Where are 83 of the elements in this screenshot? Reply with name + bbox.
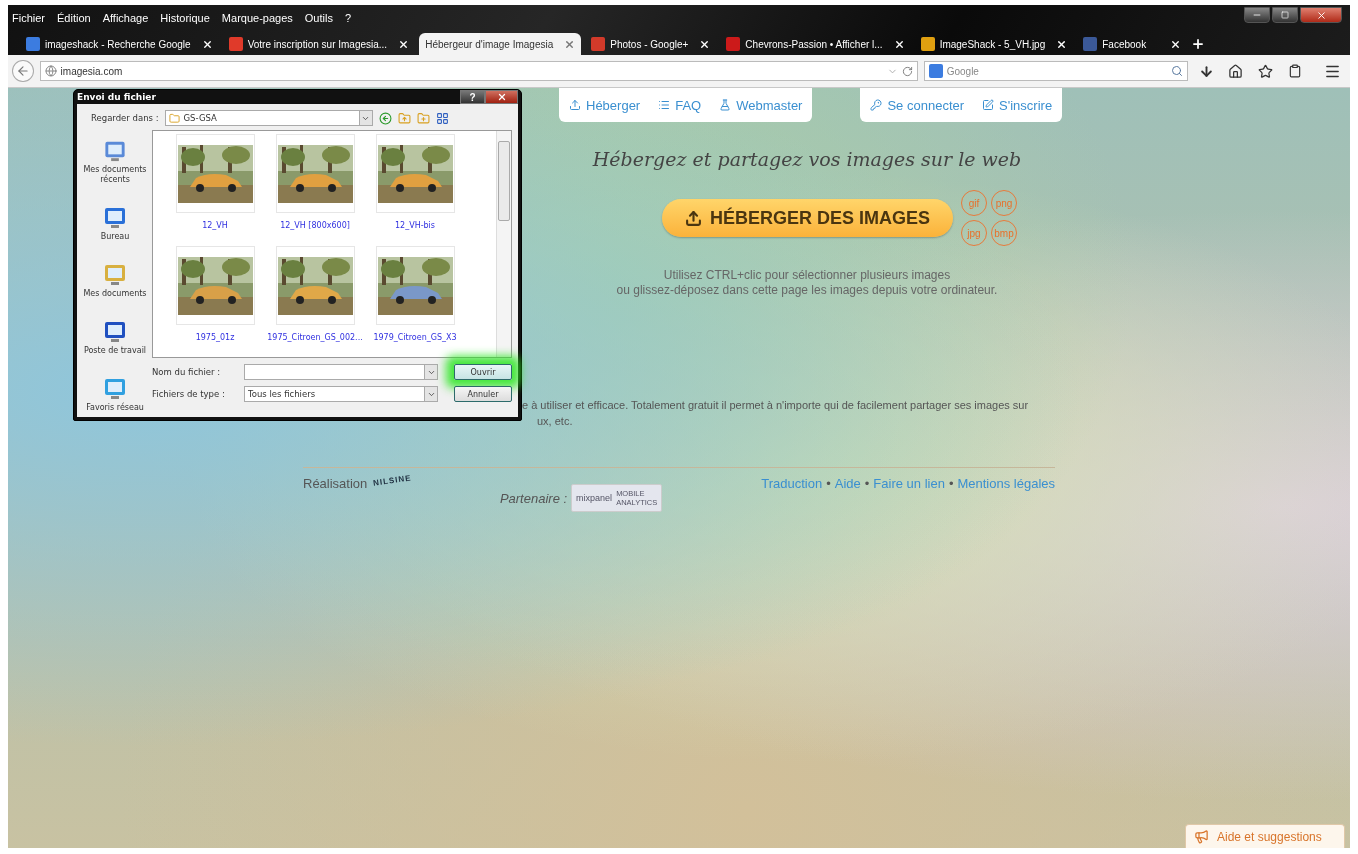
nav-link[interactable]: Se connecter	[870, 98, 965, 112]
folder-dropdown[interactable]: GS-GSA	[164, 110, 373, 126]
nav-link[interactable]: Webmaster	[719, 98, 803, 112]
new-tab-icon[interactable]	[1191, 37, 1206, 51]
upload-icon	[569, 99, 581, 111]
close-icon	[1315, 9, 1327, 21]
close-button[interactable]	[485, 90, 518, 104]
search-engine-icon[interactable]	[928, 64, 943, 78]
close-icon[interactable]	[1056, 38, 1068, 50]
key-icon	[870, 99, 883, 111]
menu-item[interactable]: Fichier	[12, 12, 45, 24]
nav-link[interactable]: S'inscrire	[982, 98, 1053, 112]
tagline: Hébergez et partagez vos images sur le web	[591, 148, 1023, 170]
scrollbar[interactable]	[496, 131, 511, 357]
site-icon	[1083, 37, 1098, 51]
site-icon	[726, 37, 741, 51]
place-item[interactable]: Favoris réseau	[86, 366, 144, 413]
help-button[interactable]: ?	[460, 90, 485, 104]
place-item[interactable]: Poste de travail	[83, 309, 147, 356]
view-menu-icon[interactable]	[435, 111, 449, 125]
separator: •	[864, 476, 870, 491]
maximize-icon	[1281, 11, 1289, 19]
close-icon	[496, 92, 507, 102]
browser-tab[interactable]: Photos - Google+	[585, 33, 717, 55]
close-button[interactable]	[1300, 7, 1342, 23]
look-in-label: Regarder dans :	[91, 113, 159, 123]
globe-icon	[44, 65, 57, 77]
place-item[interactable]: Mes documents récents	[83, 138, 147, 185]
menu-item[interactable]: Historique	[160, 12, 210, 24]
menu-item[interactable]: Affichage	[102, 12, 149, 24]
megaphone-icon	[1194, 829, 1209, 844]
place-item[interactable]: Bureau	[100, 195, 130, 242]
close-icon[interactable]	[699, 38, 711, 50]
close-icon[interactable]	[1170, 38, 1182, 50]
browser-tab[interactable]: ImageShack - 5_VH.jpg	[914, 33, 1074, 55]
filename-label: Nom du fichier :	[152, 367, 222, 377]
back-icon[interactable]	[378, 111, 392, 125]
browser-tab[interactable]: Votre inscription sur Imagesia...	[222, 33, 416, 55]
site-icon	[26, 37, 40, 51]
menu-item[interactable]: Outils	[304, 12, 333, 24]
frog-icon	[920, 37, 935, 51]
nav-link[interactable]: FAQ	[658, 98, 702, 112]
search-field[interactable]: Google	[923, 61, 1189, 81]
filename-field[interactable]	[244, 364, 438, 380]
menu-item[interactable]: Marque-pages	[221, 12, 293, 24]
folder-icon	[168, 112, 180, 124]
back-arrow-icon	[15, 64, 30, 78]
close-icon[interactable]	[201, 38, 213, 50]
site-icon	[591, 37, 606, 51]
browser-tab[interactable]: Hébergeur d'image Imagesia	[419, 33, 582, 55]
cancel-button[interactable]: Annuler	[454, 386, 512, 402]
search-icon[interactable]	[1171, 65, 1184, 77]
partner-label: Partenaire :	[499, 490, 568, 506]
credit-logo[interactable]: NILSINE	[372, 473, 413, 488]
maximize-button[interactable]	[1272, 7, 1298, 23]
list-icon	[658, 99, 671, 111]
filetype-label: Fichiers de type :	[152, 389, 226, 399]
browser-tab[interactable]: Chevrons-Passion • Afficher l...	[720, 33, 911, 55]
menu-item[interactable]: Édition	[57, 12, 91, 24]
separator: •	[826, 476, 831, 491]
help-text: Utilisez CTRL+clic pour sélectionner plusieurs images ou glissez-déposez dans cette page les images depuis votre ordinateur.	[615, 268, 999, 298]
menu-item[interactable]: ?	[344, 12, 352, 24]
description-text: ux, etc.	[536, 414, 574, 429]
place-item[interactable]: Mes documents	[83, 252, 147, 299]
minimize-button[interactable]	[1244, 7, 1270, 23]
dialog-title: Envoi du fichier	[77, 92, 156, 102]
flask-icon	[719, 99, 732, 111]
address-field[interactable]: imagesia.com	[39, 61, 918, 81]
browser-tab[interactable]: imageshack - Recherche Google	[20, 33, 219, 55]
credit-label: Réalisation	[303, 476, 368, 491]
browser-tab[interactable]: Facebook	[1077, 33, 1188, 55]
filetype-dropdown[interactable]: Tous les fichiers	[244, 386, 438, 402]
open-button[interactable]: Ouvrir	[454, 364, 512, 380]
reload-icon[interactable]	[901, 65, 913, 77]
close-icon[interactable]	[893, 38, 905, 50]
envelope-icon	[228, 37, 243, 51]
separator: •	[948, 476, 954, 491]
close-icon[interactable]	[398, 38, 410, 50]
description-text: e à utiliser et efficace. Totalement gratuit il permet à n'importe qui de facilement partager ses images sur	[522, 398, 1030, 413]
upload-icon	[684, 209, 702, 227]
edit-icon	[982, 99, 995, 111]
nav-link[interactable]: Héberger	[569, 98, 641, 112]
upload-button[interactable]: HÉBERGER DES IMAGES	[662, 199, 953, 237]
